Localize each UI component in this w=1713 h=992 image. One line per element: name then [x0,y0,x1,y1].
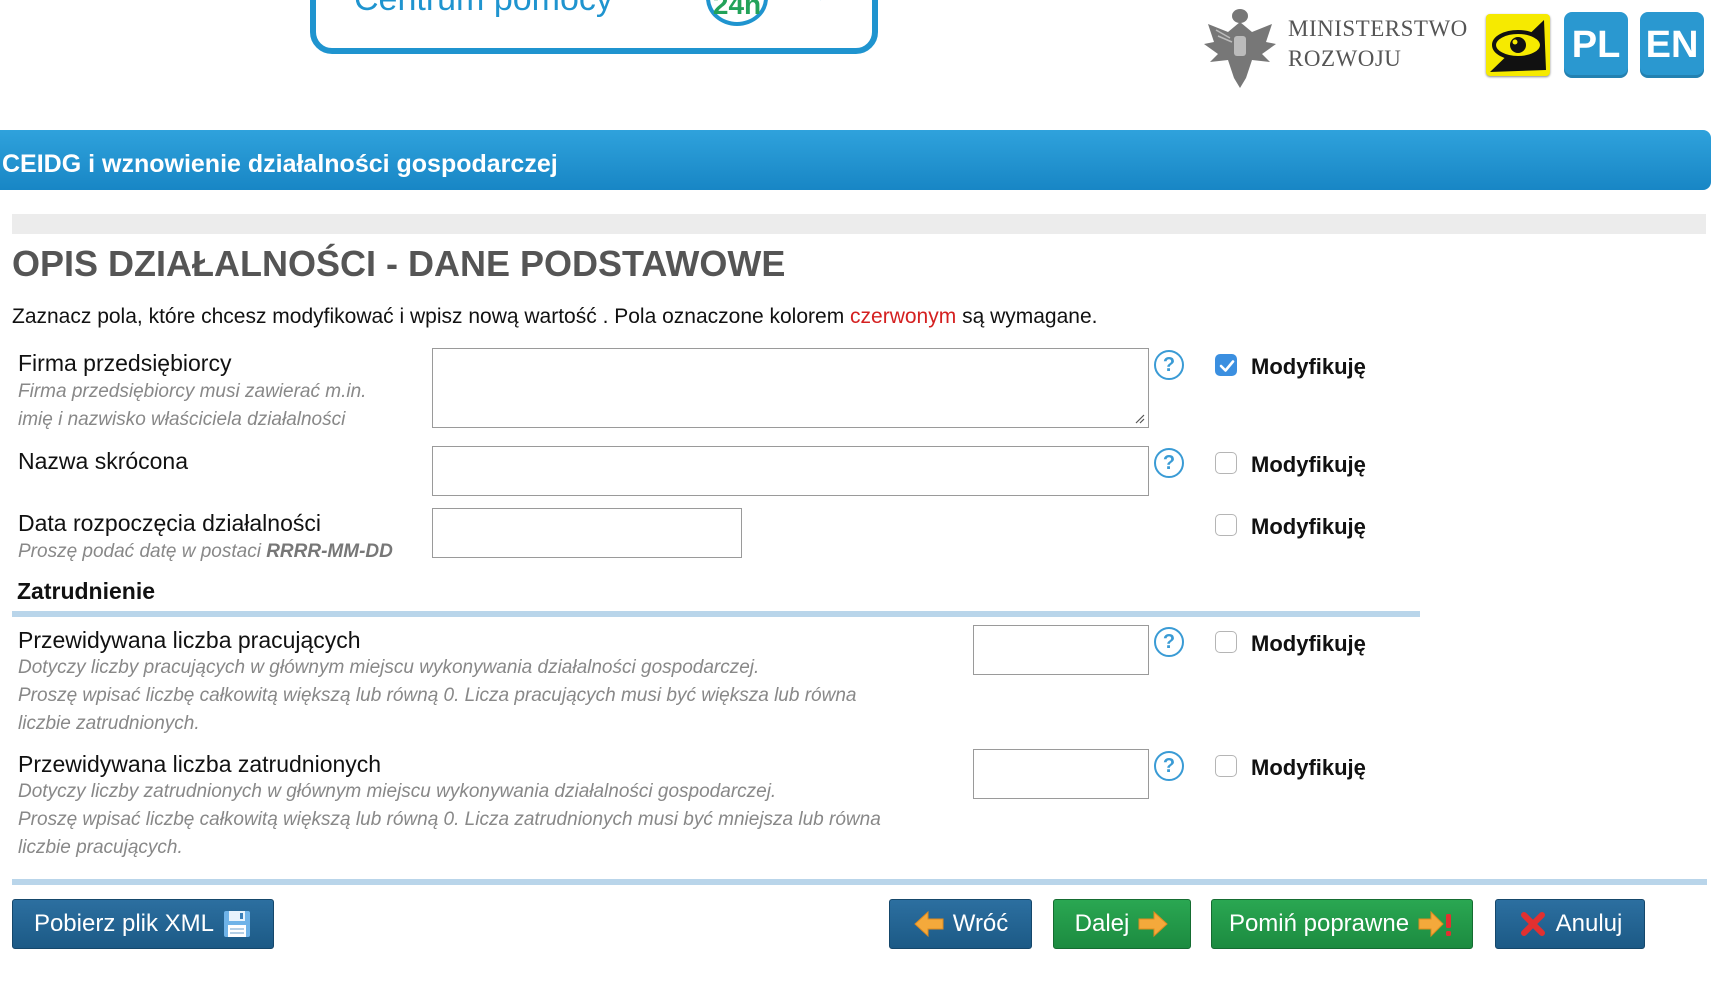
arrow-right-icon [1138,910,1169,938]
modify-checkbox-short-name[interactable] [1215,452,1237,474]
ministry-line1: MINISTERSTWO [1288,16,1468,41]
start-date-input[interactable] [432,508,742,558]
hint-line: Dotyczy liczby zatrudnionych w głównym m… [18,781,777,802]
help-question-icon[interactable]: ? [1154,627,1184,657]
field-label-employees: Przewidywana liczba zatrudnionych [18,751,382,777]
hint-line: Proszę wpisać liczbę całkowitą większą l… [18,809,881,830]
resize-handle-icon[interactable] [1133,412,1145,424]
arrow-right-warning-icon [1418,910,1452,938]
help-24h-badge: 24h [706,0,768,26]
section-divider [12,611,1420,617]
hint-line: Firma przedsiębiorcy musi zawierać m.in. [18,381,367,402]
cancel-button[interactable]: Anuluj [1495,899,1645,949]
help-question-icon[interactable]: ? [1154,751,1184,781]
field-hint-company-name: Firma przedsiębiorcy musi zawierać m.in.… [18,378,366,434]
page-title: OPIS DZIAŁALNOŚCI - DANE PODSTAWOWE [12,243,786,284]
field-hint-start-date: Proszę podać datę w postaci RRRR-MM-DD [18,538,393,566]
back-button[interactable]: Wróć [889,899,1032,949]
download-xml-label: Pobierz plik XML [33,910,215,937]
banner-title: CEIDG i wznowienie działalności gospodar… [2,150,558,178]
section-title-employment: Zatrudnienie [17,578,156,604]
date-format-text: RRRR-MM-DD [266,541,393,562]
back-label: Wróć [952,910,1009,937]
eye-icon [1490,20,1546,72]
ministry-line2: ROZWOJU [1288,46,1402,71]
hint-line: liczbie pracujących. [18,837,183,858]
skip-valid-label: Pomiń poprawne [1228,910,1410,937]
hint-line: Proszę wpisać liczbę całkowitą większą l… [18,685,857,706]
help-center-label: Centrum pomocy [354,0,613,19]
language-en-button[interactable]: EN [1640,12,1704,78]
next-button[interactable]: Dalej [1053,899,1191,949]
next-label: Dalej [1074,910,1130,937]
hint-line: liczbie zatrudnionych. [18,713,200,734]
field-label-workers: Przewidywana liczba pracujących [18,627,361,653]
field-label-company-name: Firma przedsiębiorcy [18,350,232,376]
modify-label: Modyfikuję [1251,631,1366,656]
field-hint-employees: Dotyczy liczby zatrudnionych w głównym m… [18,778,881,862]
modify-checkbox-company-name[interactable] [1215,354,1237,376]
arrow-left-icon [913,910,944,938]
chevron-down-icon: ▼ [806,0,836,8]
form-instructions: Zaznacz pola, które chcesz modyfikować i… [12,305,1097,329]
hint-line: imię i nazwisko właściciela działalności [18,409,346,430]
divider-strip [12,214,1706,234]
short-name-input[interactable] [432,446,1149,496]
employees-count-input[interactable] [973,749,1149,799]
instructions-text: Zaznacz pola, które chcesz modyfikować i… [12,305,851,328]
language-pl-button[interactable]: PL [1564,12,1628,78]
modify-label: Modyfikuję [1251,452,1366,477]
skip-valid-button[interactable]: Pomiń poprawne [1211,899,1473,949]
ministry-logo-text: MINISTERSTWO ROZWOJU [1288,14,1468,74]
required-color-word: czerwonym [850,305,957,328]
modify-checkbox-employees[interactable] [1215,755,1237,777]
high-contrast-button[interactable] [1486,14,1550,76]
modify-label: Modyfikuję [1251,354,1366,379]
field-label-start-date: Data rozpoczęcia działalności [18,510,321,536]
field-hint-workers: Dotyczy liczby pracujących w głównym mie… [18,654,856,738]
help-question-icon[interactable]: ? [1154,350,1184,380]
modify-checkbox-start-date[interactable] [1215,514,1237,536]
modify-label: Modyfikuję [1251,514,1366,539]
help-question-icon[interactable]: ? [1154,448,1184,478]
hint-text: Proszę podać datę w postaci [18,541,267,562]
instructions-text-end: są wymagane. [956,305,1098,328]
workers-count-input[interactable] [973,625,1149,675]
checkmark-icon [1219,360,1235,372]
field-label-short-name: Nazwa skrócona [18,448,189,474]
download-xml-button[interactable]: Pobierz plik XML [12,899,274,949]
company-name-textarea[interactable] [432,348,1149,428]
floppy-disk-icon [224,911,251,937]
close-icon [1520,912,1545,936]
cancel-label: Anuluj [1555,910,1623,937]
modify-label: Modyfikuję [1251,755,1366,780]
form-footer-divider [12,879,1707,885]
hint-line: Dotyczy liczby pracujących w głównym mie… [18,657,760,678]
modify-checkbox-workers[interactable] [1215,631,1237,653]
help-center-banner[interactable]: Centrum pomocy 24h ▼ [310,0,878,54]
eagle-emblem-icon [1204,9,1276,88]
